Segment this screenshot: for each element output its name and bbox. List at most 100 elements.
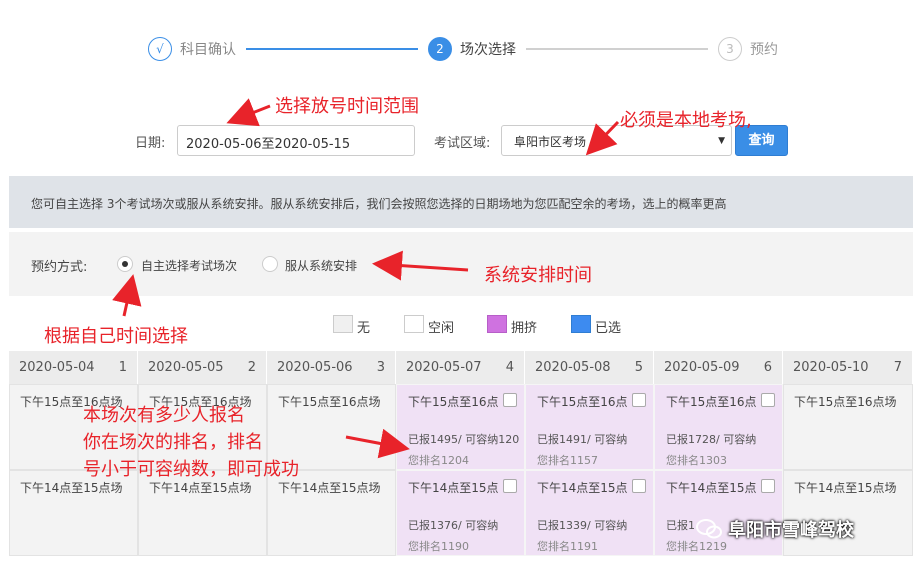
slot-cell: 下午14点至15点场 [9, 470, 138, 556]
date-range-input[interactable]: 2020-05-06至2020-05-15 [177, 125, 415, 156]
dropdown-arrow-icon: ▼ [718, 136, 725, 146]
slot-registered: 已报1339/ 可容纳 [537, 519, 628, 532]
legend-crowded-label: 拥挤 [511, 321, 538, 336]
slot-rank: 您排名1303 [666, 454, 727, 467]
info-notice: 您可自主选择 3个考试场次或服从系统安排。服从系统安排后，我们会按照您选择的日期… [9, 176, 913, 228]
legend-none-swatch [333, 315, 353, 333]
slot-time: 下午14点至15点 [408, 481, 499, 495]
slot-checkbox[interactable] [503, 393, 517, 407]
annotation-date-range: 选择放号时间范围 [275, 96, 419, 117]
date-header-index: 3 [376, 360, 385, 375]
step-1-check-icon: √ [148, 37, 172, 61]
step-connector [526, 48, 708, 50]
slot-registered: 已报1491/ 可容纳 [537, 433, 628, 446]
date-header: 2020-05-06 3 [267, 351, 396, 384]
annotation-own-time: 根据自己时间选择 [44, 326, 188, 347]
slot-checkbox[interactable] [761, 479, 775, 493]
slot-cell: 下午14点至15点场 [783, 470, 913, 556]
date-header-text: 2020-05-06 [277, 360, 353, 375]
slot-rank: 您排名1204 [408, 454, 469, 467]
date-header-index: 2 [247, 360, 256, 375]
step-3-number-icon: 3 [718, 37, 742, 61]
slot-time: 下午14点至15点场 [20, 481, 123, 495]
slot-rank: 您排名1157 [537, 454, 598, 467]
step-3-label: 预约 [750, 42, 778, 58]
region-label: 考试区域: [434, 136, 491, 151]
slot-cell: 下午15点至16点场 [783, 384, 913, 470]
annotation-rank-line3: 号小于可容纳数，即可成功 [83, 459, 299, 480]
slot-registered: 已报1495/ 可容纳120 [408, 433, 520, 446]
region-select-value: 阜阳市区考场 [514, 135, 587, 149]
step-1-label: 科目确认 [180, 42, 236, 58]
date-header-index: 4 [505, 360, 514, 375]
legend-free-swatch [404, 315, 424, 333]
filter-bar: 日期: 2020-05-06至2020-05-15 考试区域: 阜阳市区考场 ▼… [0, 124, 919, 156]
booking-mode-label: 预约方式: [31, 260, 88, 275]
slot-time: 下午15点至16点场 [794, 395, 897, 409]
slot-time: 下午15点至16点 [408, 395, 499, 409]
slot-cell-crowded[interactable]: 下午15点至16点 已报1491/ 可容纳 您排名1157 [525, 384, 654, 470]
date-label: 日期: [135, 136, 166, 151]
system-arrange-label[interactable]: 服从系统安排 [285, 257, 357, 274]
booking-mode: 预约方式: 自主选择考试场次 服从系统安排 [9, 232, 913, 296]
slot-rank: 您排名1190 [408, 540, 469, 553]
legend-free-label: 空闲 [428, 321, 455, 336]
legend-crowded-swatch [487, 315, 507, 333]
slot-registered: 已报1728/ 可容纳 [666, 433, 757, 446]
slot-time: 下午14点至15点场 [794, 481, 897, 495]
slot-checkbox[interactable] [632, 393, 646, 407]
legend-none-label: 无 [357, 321, 371, 336]
slot-checkbox[interactable] [632, 479, 646, 493]
step-2-label: 场次选择 [460, 42, 516, 58]
slot-rank: 您排名1191 [537, 540, 598, 553]
slot-checkbox[interactable] [503, 479, 517, 493]
slot-time: 下午14点至15点场 [278, 481, 381, 495]
date-header: 2020-05-09 6 [654, 351, 783, 384]
slot-registered: 已报1376/ 可容纳 [408, 519, 499, 532]
self-select-radio[interactable] [117, 256, 133, 272]
legend-selected-label: 已选 [595, 321, 622, 336]
date-header-index: 6 [763, 360, 772, 375]
date-header-text: 2020-05-04 [19, 360, 95, 375]
slot-time: 下午14点至15点 [537, 481, 628, 495]
slot-registered: 已报1 [666, 519, 695, 532]
slot-time: 下午14点至15点场 [149, 481, 252, 495]
date-header-text: 2020-05-09 [664, 360, 740, 375]
page: √ 科目确认 2 场次选择 3 预约 日期: 2020-05-06至2020-0… [0, 0, 919, 569]
slot-cell-crowded[interactable]: 下午14点至15点 已报1376/ 可容纳 您排名1190 [396, 470, 525, 556]
step-2-number-icon: 2 [428, 37, 452, 61]
slot-cell-crowded[interactable]: 下午14点至15点 已报1 您排名1219 [654, 470, 783, 556]
slot-cell: 下午14点至15点场 [267, 470, 396, 556]
system-arrange-radio[interactable] [262, 256, 278, 272]
step-indicator: √ 科目确认 2 场次选择 3 预约 [148, 36, 778, 62]
date-header-index: 1 [118, 360, 127, 375]
date-header-text: 2020-05-07 [406, 360, 482, 375]
slot-cell-crowded[interactable]: 下午15点至16点 已报1495/ 可容纳120 您排名1204 [396, 384, 525, 470]
slot-checkbox[interactable] [761, 393, 775, 407]
slot-time: 下午15点至16点 [537, 395, 628, 409]
date-header-index: 5 [634, 360, 643, 375]
arrow-to-date [226, 98, 271, 127]
date-header: 2020-05-07 4 [396, 351, 525, 384]
date-header: 2020-05-10 7 [783, 351, 913, 384]
slot-cell-crowded[interactable]: 下午14点至15点 已报1339/ 可容纳 您排名1191 [525, 470, 654, 556]
step-connector [246, 48, 418, 50]
legend-selected-swatch [571, 315, 591, 333]
annotation-system-time: 系统安排时间 [484, 265, 592, 286]
date-header: 2020-05-08 5 [525, 351, 654, 384]
annotation-rank-line1: 本场次有多少人报名 [83, 405, 245, 426]
wechat-icon [696, 519, 722, 539]
slot-time: 下午15点至16点 [666, 395, 757, 409]
slot-cell: 下午14点至15点场 [138, 470, 267, 556]
annotation-local-venue: 必须是本地考场, [620, 110, 752, 131]
slot-cell-crowded[interactable]: 下午15点至16点 已报1728/ 可容纳 您排名1303 [654, 384, 783, 470]
watermark-text: 阜阳市雪峰驾校 [728, 520, 854, 541]
slot-time: 下午14点至15点 [666, 481, 757, 495]
date-header-index: 7 [893, 360, 902, 375]
date-header: 2020-05-04 1 [9, 351, 138, 384]
date-header-text: 2020-05-10 [793, 360, 869, 375]
date-header-text: 2020-05-08 [535, 360, 611, 375]
annotation-rank-line2: 你在场次的排名，排名 [83, 432, 263, 453]
self-select-label[interactable]: 自主选择考试场次 [141, 257, 237, 274]
watermark: 阜阳市雪峰驾校 [696, 516, 854, 542]
